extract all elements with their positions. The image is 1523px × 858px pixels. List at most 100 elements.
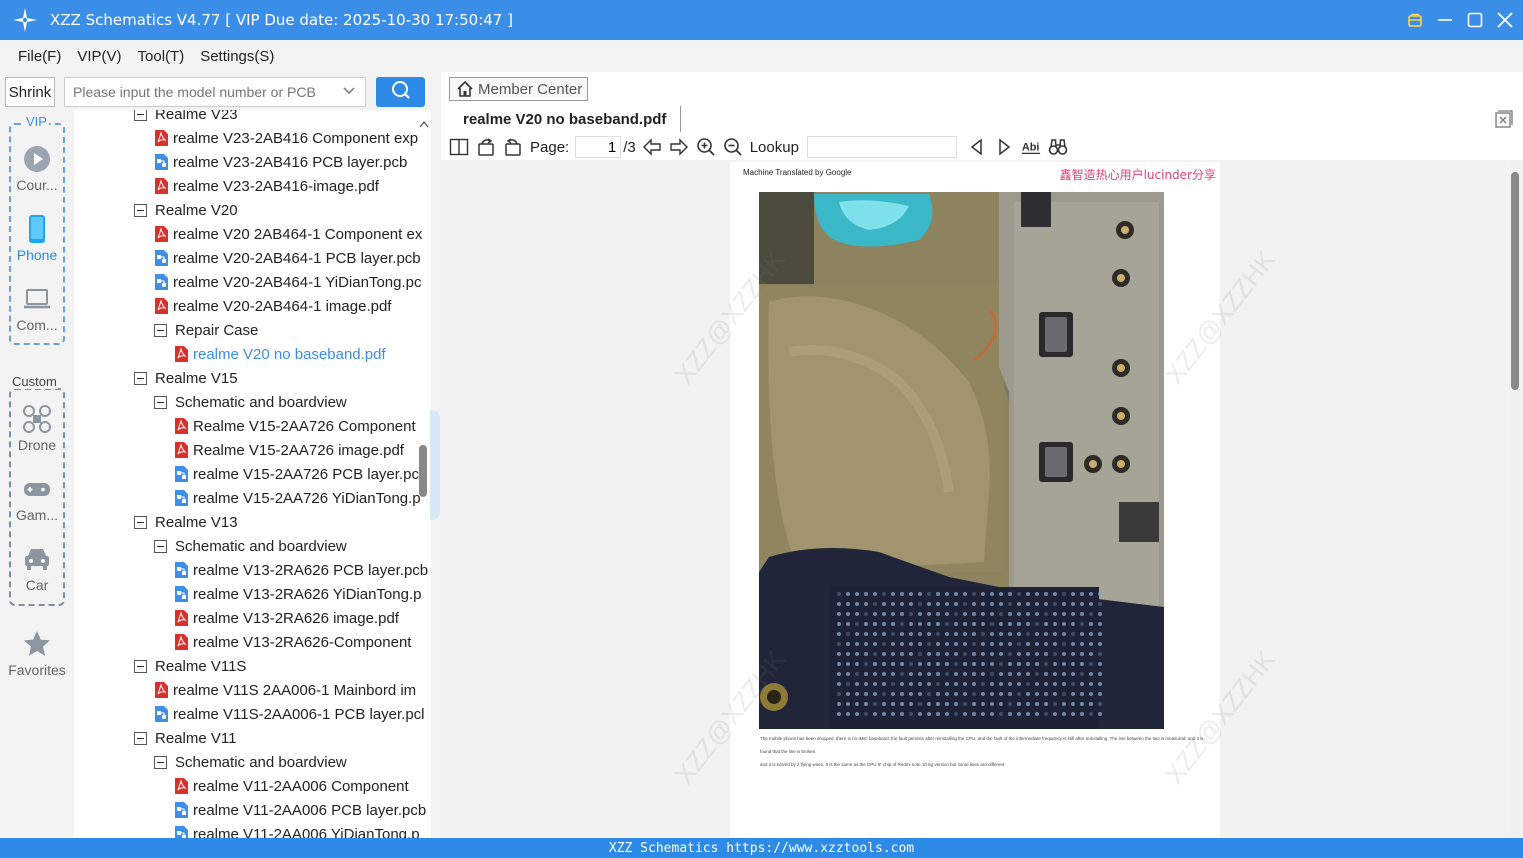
collapse-icon[interactable] — [134, 110, 147, 121]
zoom-in-icon[interactable] — [696, 137, 716, 157]
pdf-viewer[interactable]: Machine Translated by Google 鑫智造热心用户luci… — [441, 160, 1523, 838]
tree-file-node[interactable]: realme V11S-2AA006-1 PCB layer.pcl — [154, 702, 425, 726]
tab-document[interactable]: realme V20 no baseband.pdf — [449, 106, 682, 132]
collapse-icon[interactable] — [154, 539, 167, 553]
lookup-input[interactable] — [806, 136, 957, 158]
rail-item-label: Phone — [16, 247, 58, 263]
panel-splitter[interactable] — [430, 410, 440, 520]
find-previous-icon[interactable] — [967, 137, 987, 157]
tree-file-node[interactable]: realme V20 2AB464-1 Component ex — [154, 222, 422, 246]
tree-file-node[interactable]: realme V13-2RA626 image.pdf — [174, 606, 399, 630]
lookup-label: Lookup — [749, 138, 799, 156]
close-tabs-icon[interactable] — [1495, 110, 1513, 128]
match-case-icon[interactable]: Abi — [1021, 137, 1041, 157]
rail-item-computer[interactable]: Com... — [0, 284, 74, 333]
rail-item-games[interactable]: Gam... — [0, 474, 74, 523]
menu-tool[interactable]: Tool(T) — [130, 48, 193, 65]
binoculars-icon[interactable] — [1048, 137, 1068, 157]
tree-node-label: realme V11S 2AA006-1 Mainbord im — [173, 681, 417, 699]
shrink-button[interactable]: Shrink — [5, 77, 55, 107]
tree-file-node[interactable]: realme V15-2AA726 YiDianTong.p — [174, 486, 421, 510]
tree-node-label: realme V15-2AA726 PCB layer.pcb — [193, 465, 428, 483]
tree-file-node[interactable]: realme V11-2AA006 PCB layer.pcb — [174, 798, 426, 822]
chevron-down-icon[interactable] — [342, 84, 356, 98]
tree-file-node[interactable]: realme V23-2AB416 Component exp — [154, 126, 418, 150]
collapse-icon[interactable] — [134, 731, 147, 745]
tree-file-node[interactable]: realme V13-2RA626 YiDianTong.p — [174, 582, 421, 606]
scroll-up-icon[interactable] — [419, 116, 429, 128]
tree-file-node[interactable]: realme V20-2AB464-1 PCB layer.pcb — [154, 246, 421, 270]
two-page-view-icon[interactable] — [449, 137, 469, 157]
tree-node-label: realme V13-2RA626-Component — [193, 633, 412, 651]
pcb-file-icon — [154, 154, 168, 170]
collapse-icon[interactable] — [154, 395, 167, 409]
pcb-file-icon — [174, 586, 188, 602]
pdf-file-icon — [154, 682, 168, 698]
share-note: 鑫智造热心用户lucinder分享 — [1059, 168, 1216, 182]
rail-item-phone[interactable]: Phone — [0, 214, 74, 263]
tree-node-label: realme V20-2AB464-1 YiDianTong.pc — [173, 273, 422, 291]
page-number-input[interactable] — [575, 136, 622, 158]
find-next-icon[interactable] — [994, 137, 1014, 157]
tree-node-label: Schematic and boardview — [175, 393, 347, 411]
pcb-file-icon — [174, 466, 188, 482]
tree-node-label: Schematic and boardview — [175, 753, 347, 771]
collapse-icon[interactable] — [134, 371, 147, 385]
search-button[interactable] — [376, 77, 425, 107]
collapse-icon[interactable] — [134, 515, 147, 529]
tree-folder-node[interactable]: Realme V11S — [134, 654, 246, 678]
tree-folder-node[interactable]: Schematic and boardview — [154, 534, 347, 558]
viewer-scrollbar[interactable] — [1511, 172, 1519, 390]
tree-scrollbar[interactable] — [419, 445, 427, 497]
tree-folder-node[interactable]: Realme V13 — [134, 510, 238, 534]
member-center-button[interactable]: Member Center — [449, 77, 588, 101]
menu-vip[interactable]: VIP(V) — [69, 48, 129, 65]
tree-file-node[interactable]: realme V20-2AB464-1 YiDianTong.pc — [154, 270, 421, 294]
bag-icon[interactable] — [1407, 12, 1423, 28]
tree-node-label: realme V20 no baseband.pdf — [193, 345, 386, 363]
previous-page-icon[interactable] — [642, 137, 662, 157]
tree-file-node[interactable]: Realme V15-2AA726 Component — [174, 414, 416, 438]
tree-file-node[interactable]: realme V20-2AB464-1 image.pdf — [154, 294, 391, 318]
tree-folder-node[interactable]: Schematic and boardview — [154, 390, 347, 414]
collapse-icon[interactable] — [154, 323, 167, 337]
tree-folder-node[interactable]: Realme V20 — [134, 198, 238, 222]
rail-item-label: Com... — [16, 317, 58, 333]
collapse-icon[interactable] — [134, 659, 147, 673]
rotate-right-icon[interactable] — [503, 137, 523, 157]
menu-file[interactable]: File(F) — [10, 48, 69, 65]
close-icon[interactable] — [1497, 12, 1513, 28]
document-pane: Member Center realme V20 no baseband.pdf… — [441, 72, 1523, 838]
tree-file-node[interactable]: realme V23-2AB416 PCB layer.pcb — [154, 150, 407, 174]
tree-file-node[interactable]: Realme V15-2AA726 image.pdf — [174, 438, 404, 462]
tree-file-node[interactable]: realme V11-2AA006 YiDianTong.p — [174, 822, 420, 838]
maximize-icon[interactable] — [1467, 12, 1483, 28]
search-input[interactable] — [64, 77, 366, 107]
menu-settings[interactable]: Settings(S) — [192, 48, 282, 65]
tree-folder-node[interactable]: Repair Case — [154, 318, 258, 342]
tree-file-node[interactable]: realme V11S 2AA006-1 Mainbord im — [154, 678, 416, 702]
tree-folder-node[interactable]: Realme V23 — [134, 110, 238, 126]
rotate-left-icon[interactable] — [476, 137, 496, 157]
tree-file-node[interactable]: realme V20 no baseband.pdf — [174, 342, 386, 366]
tree-node-label: realme V13-2RA626 YiDianTong.p — [193, 585, 422, 603]
rail-item-favorites[interactable]: Favorites — [0, 629, 74, 678]
rail-item-courses[interactable]: Cour... — [0, 144, 74, 193]
tree-folder-node[interactable]: Realme V11 — [134, 726, 236, 750]
collapse-icon[interactable] — [134, 203, 147, 217]
tree-file-node[interactable]: realme V13-2RA626-Component — [174, 630, 411, 654]
tree-file-node[interactable]: realme V15-2AA726 PCB layer.pcb — [174, 462, 427, 486]
collapse-icon[interactable] — [154, 755, 167, 769]
svg-text:Abi: Abi — [1022, 142, 1040, 154]
tree-file-node[interactable]: realme V13-2RA626 PCB layer.pcb — [174, 558, 428, 582]
tree-file-node[interactable]: realme V23-2AB416-image.pdf — [154, 174, 379, 198]
tree-folder-node[interactable]: Realme V15 — [134, 366, 238, 390]
zoom-out-icon[interactable] — [723, 137, 743, 157]
rail-item-drone[interactable]: Drone — [0, 404, 74, 453]
pdf-file-icon — [174, 778, 188, 794]
tree-folder-node[interactable]: Schematic and boardview — [154, 750, 347, 774]
rail-item-car[interactable]: Car — [0, 544, 74, 593]
next-page-icon[interactable] — [669, 137, 689, 157]
minimize-icon[interactable] — [1437, 12, 1453, 28]
tree-file-node[interactable]: realme V11-2AA006 Component — [174, 774, 409, 798]
